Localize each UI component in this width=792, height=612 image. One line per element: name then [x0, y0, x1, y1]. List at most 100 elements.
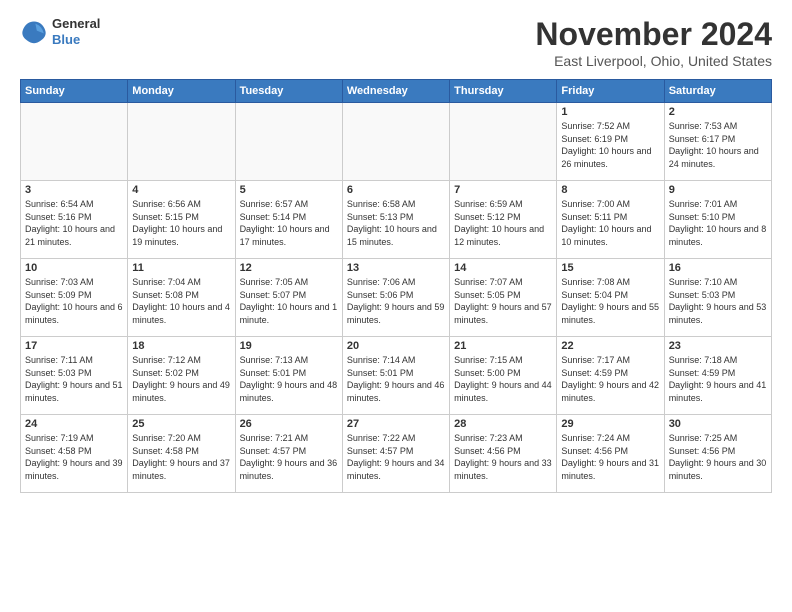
day-info: Sunrise: 7:25 AM Sunset: 4:56 PM Dayligh…	[669, 432, 767, 482]
day-info: Sunrise: 7:14 AM Sunset: 5:01 PM Dayligh…	[347, 354, 445, 404]
day-cell: 17 Sunrise: 7:11 AM Sunset: 5:03 PM Dayli…	[21, 337, 128, 415]
day-info: Sunrise: 7:06 AM Sunset: 5:06 PM Dayligh…	[347, 276, 445, 326]
day-cell: 11 Sunrise: 7:04 AM Sunset: 5:08 PM Dayli…	[128, 259, 235, 337]
day-cell: 2 Sunrise: 7:53 AM Sunset: 6:17 PM Daylig…	[664, 103, 771, 181]
day-cell: 7Sunrise: 6:59 AM Sunset: 5:12 PM Daylig…	[450, 181, 557, 259]
day-number: 3	[25, 184, 123, 196]
day-header-saturday: Saturday	[664, 80, 771, 103]
day-cell	[342, 103, 449, 181]
day-header-thursday: Thursday	[450, 80, 557, 103]
day-cell: 12 Sunrise: 7:05 AM Sunset: 5:07 PM Dayli…	[235, 259, 342, 337]
day-info: Sunrise: 7:08 AM Sunset: 5:04 PM Dayligh…	[561, 276, 659, 326]
day-info: Sunrise: 7:00 AM Sunset: 5:11 PM Dayligh…	[561, 198, 659, 248]
day-number: 21	[454, 340, 552, 352]
day-cell: 20 Sunrise: 7:14 AM Sunset: 5:01 PM Dayli…	[342, 337, 449, 415]
day-number: 18	[132, 340, 230, 352]
week-row-1: 1 Sunrise: 7:52 AM Sunset: 6:19 PM Daylig…	[21, 103, 772, 181]
day-cell: 4 Sunrise: 6:56 AM Sunset: 5:15 PM Daylig…	[128, 181, 235, 259]
location: East Liverpool, Ohio, United States	[535, 53, 772, 69]
day-cell	[450, 103, 557, 181]
day-info: Sunrise: 7:22 AM Sunset: 4:57 PM Dayligh…	[347, 432, 445, 482]
calendar-table: SundayMondayTuesdayWednesdayThursdayFrid…	[20, 79, 772, 493]
day-cell: 14 Sunrise: 7:07 AM Sunset: 5:05 PM Dayli…	[450, 259, 557, 337]
day-info: Sunrise: 7:19 AM Sunset: 4:58 PM Dayligh…	[25, 432, 123, 482]
day-cell: 23Sunrise: 7:18 AM Sunset: 4:59 PM Dayli…	[664, 337, 771, 415]
logo-text: General Blue	[52, 16, 100, 47]
day-cell: 19 Sunrise: 7:13 AM Sunset: 5:01 PM Dayli…	[235, 337, 342, 415]
day-number: 17	[25, 340, 123, 352]
day-number: 4	[132, 184, 230, 196]
day-info: Sunrise: 6:54 AM Sunset: 5:16 PM Dayligh…	[25, 198, 123, 248]
day-number: 6	[347, 184, 445, 196]
day-cell: 8 Sunrise: 7:00 AM Sunset: 5:11 PM Daylig…	[557, 181, 664, 259]
calendar-page: General Blue November 2024 East Liverpoo…	[0, 0, 792, 612]
day-number: 26	[240, 418, 338, 430]
title-block: November 2024 East Liverpool, Ohio, Unit…	[535, 16, 772, 69]
day-cell: 13 Sunrise: 7:06 AM Sunset: 5:06 PM Dayli…	[342, 259, 449, 337]
day-number: 2	[669, 106, 767, 118]
day-number: 16	[669, 262, 767, 274]
day-info: Sunrise: 7:17 AM Sunset: 4:59 PM Dayligh…	[561, 354, 659, 404]
day-info: Sunrise: 7:13 AM Sunset: 5:01 PM Dayligh…	[240, 354, 338, 404]
day-number: 24	[25, 418, 123, 430]
day-info: Sunrise: 7:18 AM Sunset: 4:59 PM Dayligh…	[669, 354, 767, 404]
day-cell: 22 Sunrise: 7:17 AM Sunset: 4:59 PM Dayli…	[557, 337, 664, 415]
day-info: Sunrise: 6:59 AM Sunset: 5:12 PM Dayligh…	[454, 198, 552, 248]
day-number: 11	[132, 262, 230, 274]
day-info: Sunrise: 6:58 AM Sunset: 5:13 PM Dayligh…	[347, 198, 445, 248]
day-cell	[21, 103, 128, 181]
day-info: Sunrise: 7:12 AM Sunset: 5:02 PM Dayligh…	[132, 354, 230, 404]
day-info: Sunrise: 7:01 AM Sunset: 5:10 PM Dayligh…	[669, 198, 767, 248]
day-info: Sunrise: 7:11 AM Sunset: 5:03 PM Dayligh…	[25, 354, 123, 404]
day-cell: 18 Sunrise: 7:12 AM Sunset: 5:02 PM Dayli…	[128, 337, 235, 415]
day-number: 19	[240, 340, 338, 352]
day-number: 22	[561, 340, 659, 352]
day-info: Sunrise: 7:53 AM Sunset: 6:17 PM Dayligh…	[669, 120, 767, 170]
logo-general-text: General	[52, 16, 100, 32]
day-info: Sunrise: 7:10 AM Sunset: 5:03 PM Dayligh…	[669, 276, 767, 326]
day-info: Sunrise: 7:04 AM Sunset: 5:08 PM Dayligh…	[132, 276, 230, 326]
logo: General Blue	[20, 16, 100, 47]
day-info: Sunrise: 7:03 AM Sunset: 5:09 PM Dayligh…	[25, 276, 123, 326]
day-cell: 30Sunrise: 7:25 AM Sunset: 4:56 PM Dayli…	[664, 415, 771, 493]
day-header-monday: Monday	[128, 80, 235, 103]
day-info: Sunrise: 7:24 AM Sunset: 4:56 PM Dayligh…	[561, 432, 659, 482]
day-cell: 26Sunrise: 7:21 AM Sunset: 4:57 PM Dayli…	[235, 415, 342, 493]
day-cell: 3 Sunrise: 6:54 AM Sunset: 5:16 PM Daylig…	[21, 181, 128, 259]
week-row-3: 10 Sunrise: 7:03 AM Sunset: 5:09 PM Dayli…	[21, 259, 772, 337]
day-cell: 25Sunrise: 7:20 AM Sunset: 4:58 PM Dayli…	[128, 415, 235, 493]
day-info: Sunrise: 6:56 AM Sunset: 5:15 PM Dayligh…	[132, 198, 230, 248]
day-cell: 29Sunrise: 7:24 AM Sunset: 4:56 PM Dayli…	[557, 415, 664, 493]
day-number: 27	[347, 418, 445, 430]
day-info: Sunrise: 6:57 AM Sunset: 5:14 PM Dayligh…	[240, 198, 338, 248]
day-cell: 24 Sunrise: 7:19 AM Sunset: 4:58 PM Dayli…	[21, 415, 128, 493]
day-cell: 27 Sunrise: 7:22 AM Sunset: 4:57 PM Dayli…	[342, 415, 449, 493]
day-header-sunday: Sunday	[21, 80, 128, 103]
day-header-tuesday: Tuesday	[235, 80, 342, 103]
day-cell: 10 Sunrise: 7:03 AM Sunset: 5:09 PM Dayli…	[21, 259, 128, 337]
day-cell: 21Sunrise: 7:15 AM Sunset: 5:00 PM Dayli…	[450, 337, 557, 415]
day-number: 1	[561, 106, 659, 118]
day-cell: 28Sunrise: 7:23 AM Sunset: 4:56 PM Dayli…	[450, 415, 557, 493]
day-number: 14	[454, 262, 552, 274]
week-row-4: 17 Sunrise: 7:11 AM Sunset: 5:03 PM Dayli…	[21, 337, 772, 415]
day-info: Sunrise: 7:52 AM Sunset: 6:19 PM Dayligh…	[561, 120, 659, 170]
day-number: 8	[561, 184, 659, 196]
day-header-friday: Friday	[557, 80, 664, 103]
day-number: 25	[132, 418, 230, 430]
day-cell: 5 Sunrise: 6:57 AM Sunset: 5:14 PM Daylig…	[235, 181, 342, 259]
day-number: 12	[240, 262, 338, 274]
logo-blue-text: Blue	[52, 32, 100, 48]
day-number: 13	[347, 262, 445, 274]
day-cell: 16 Sunrise: 7:10 AM Sunset: 5:03 PM Dayli…	[664, 259, 771, 337]
day-info: Sunrise: 7:07 AM Sunset: 5:05 PM Dayligh…	[454, 276, 552, 326]
header-row: SundayMondayTuesdayWednesdayThursdayFrid…	[21, 80, 772, 103]
day-cell: 1 Sunrise: 7:52 AM Sunset: 6:19 PM Daylig…	[557, 103, 664, 181]
day-number: 5	[240, 184, 338, 196]
day-number: 10	[25, 262, 123, 274]
day-number: 20	[347, 340, 445, 352]
day-cell: 15Sunrise: 7:08 AM Sunset: 5:04 PM Dayli…	[557, 259, 664, 337]
logo-icon	[20, 18, 48, 46]
day-cell	[235, 103, 342, 181]
day-info: Sunrise: 7:05 AM Sunset: 5:07 PM Dayligh…	[240, 276, 338, 326]
